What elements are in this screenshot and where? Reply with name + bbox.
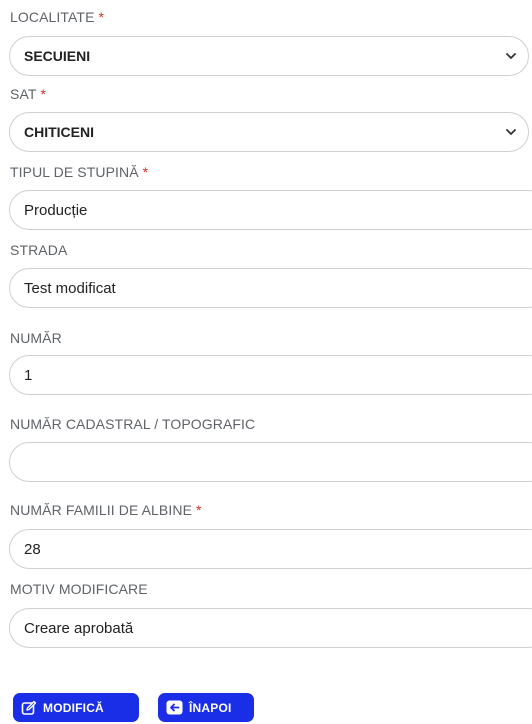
numar-familii-label-text: NUMĂR FAMILII DE ALBINE [10,502,193,518]
strada-value: Test modificat [24,279,116,297]
numar-label: NUMĂR [10,330,62,346]
required-mark: * [40,86,47,102]
chevron-down-icon [506,129,516,135]
required-mark: * [142,164,149,180]
modify-button[interactable]: MODIFICĂ [13,693,139,722]
required-mark: * [196,502,202,518]
motiv-modificare-label-text: MOTIV MODIFICARE [10,581,148,597]
tipul-stupina-field[interactable]: Producție [9,190,532,230]
motiv-modificare-label: MOTIV MODIFICARE [10,581,148,597]
localitate-select[interactable]: SECUIENI [9,36,529,76]
edit-icon [21,700,37,715]
tipul-stupina-label-text: TIPUL DE STUPINĂ [10,164,139,180]
localitate-label: LOCALITATE * [10,9,104,25]
numar-label-text: NUMĂR [10,330,62,346]
tipul-stupina-value: Producție [24,201,88,219]
tipul-stupina-label: TIPUL DE STUPINĂ * [10,164,148,180]
numar-input[interactable]: 1 [9,355,532,395]
numar-cadastral-label-text: NUMĂR CADASTRAL / TOPOGRAFIC [10,416,256,432]
strada-label-text: STRADA [10,242,68,258]
numar-familii-value: 28 [24,540,41,558]
required-mark: * [98,9,105,25]
motiv-modificare-input[interactable]: Creare aprobată [9,608,532,648]
back-button-label: ÎNAPOI [189,700,232,715]
localitate-label-text: LOCALITATE [10,9,95,25]
motiv-modificare-value: Creare aprobată [24,619,134,637]
sat-label: SAT * [10,86,46,102]
numar-value: 1 [24,366,33,384]
localitate-value: SECUIENI [24,48,91,64]
numar-familii-input[interactable]: 28 [9,529,532,569]
strada-label: STRADA [10,242,67,258]
strada-input[interactable]: Test modificat [9,268,532,308]
sat-label-text: SAT [10,86,37,102]
arrow-left-icon [166,700,183,715]
sat-select[interactable]: CHITICENI [9,112,529,152]
back-button[interactable]: ÎNAPOI [158,693,254,722]
numar-cadastral-input[interactable] [9,442,532,482]
chevron-down-icon [506,53,516,59]
numar-cadastral-label: NUMĂR CADASTRAL / TOPOGRAFIC [10,416,255,432]
sat-value: CHITICENI [24,124,94,140]
numar-familii-label: NUMĂR FAMILII DE ALBINE * [10,502,202,518]
modify-button-label: MODIFICĂ [43,700,104,715]
